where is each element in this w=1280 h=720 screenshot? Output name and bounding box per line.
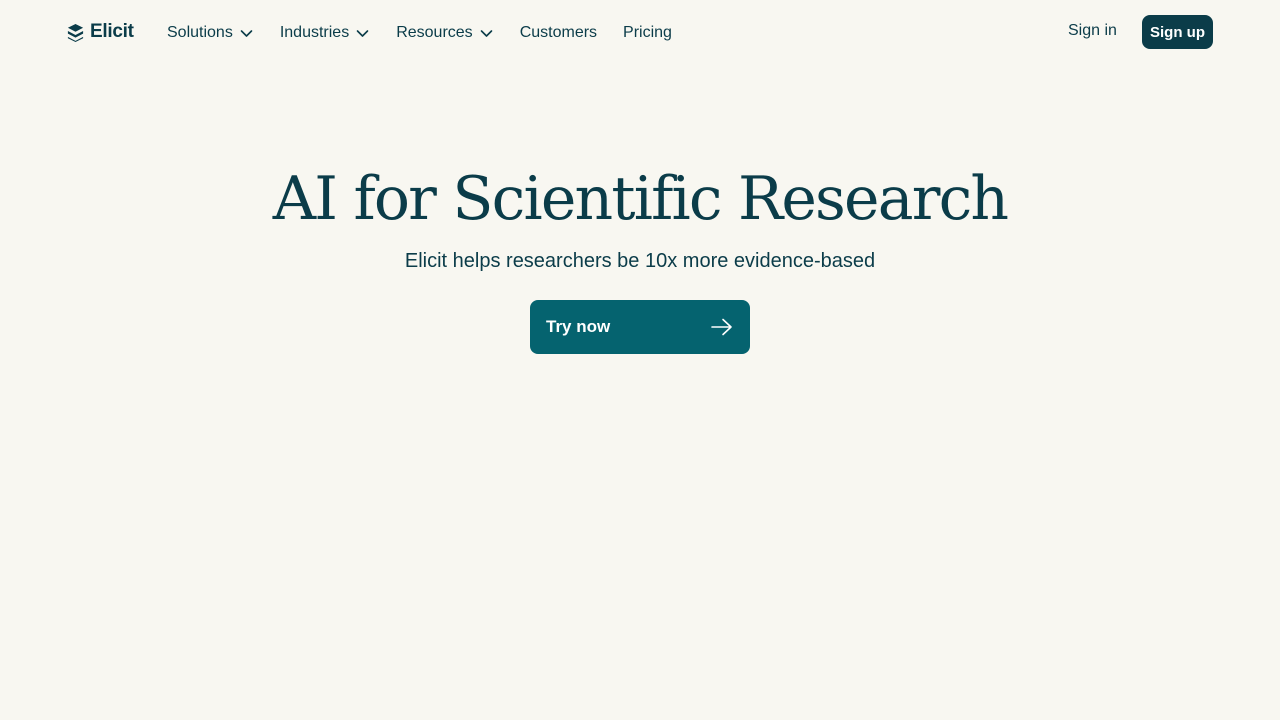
nav-item-resources[interactable]: Resources [396,24,492,42]
nav-item-customers[interactable]: Customers [520,24,597,42]
nav-item-label: Customers [519,24,598,41]
nav-item-label: Resources [396,24,473,41]
chevron-down-icon [240,29,253,37]
nav-item-solutions[interactable]: Solutions [167,24,253,42]
arrow-right-icon [711,318,732,336]
nav-menu: Solutions Industries Resources Customers… [167,22,698,44]
try-now-button[interactable]: Try now [530,300,750,354]
brand-name: Elicit [90,21,134,42]
sign-in-link[interactable]: Sign in [1068,22,1117,40]
chevron-down-icon [356,29,369,37]
nav-item-label: Solutions [167,24,233,41]
nav-item-industries[interactable]: Industries [280,24,369,42]
hero-title: AI for Scientific Research [272,164,1009,234]
hero-section: AI for Scientific Research Elicit helps … [0,160,1280,274]
nav-item-pricing[interactable]: Pricing [623,24,672,42]
elicit-logo-icon [67,23,84,42]
top-nav: Elicit Solutions Industries Resources Cu… [0,0,1280,64]
chevron-down-icon [480,29,492,37]
sign-up-button[interactable]: Sign up [1142,15,1213,49]
nav-item-label: Industries [279,24,350,41]
nav-item-label: Pricing [623,24,672,41]
brand-logo[interactable]: Elicit [66,21,134,43]
hero-subtitle: Elicit helps researchers be 10x more evi… [404,250,876,272]
try-now-label: Try now [546,317,611,336]
